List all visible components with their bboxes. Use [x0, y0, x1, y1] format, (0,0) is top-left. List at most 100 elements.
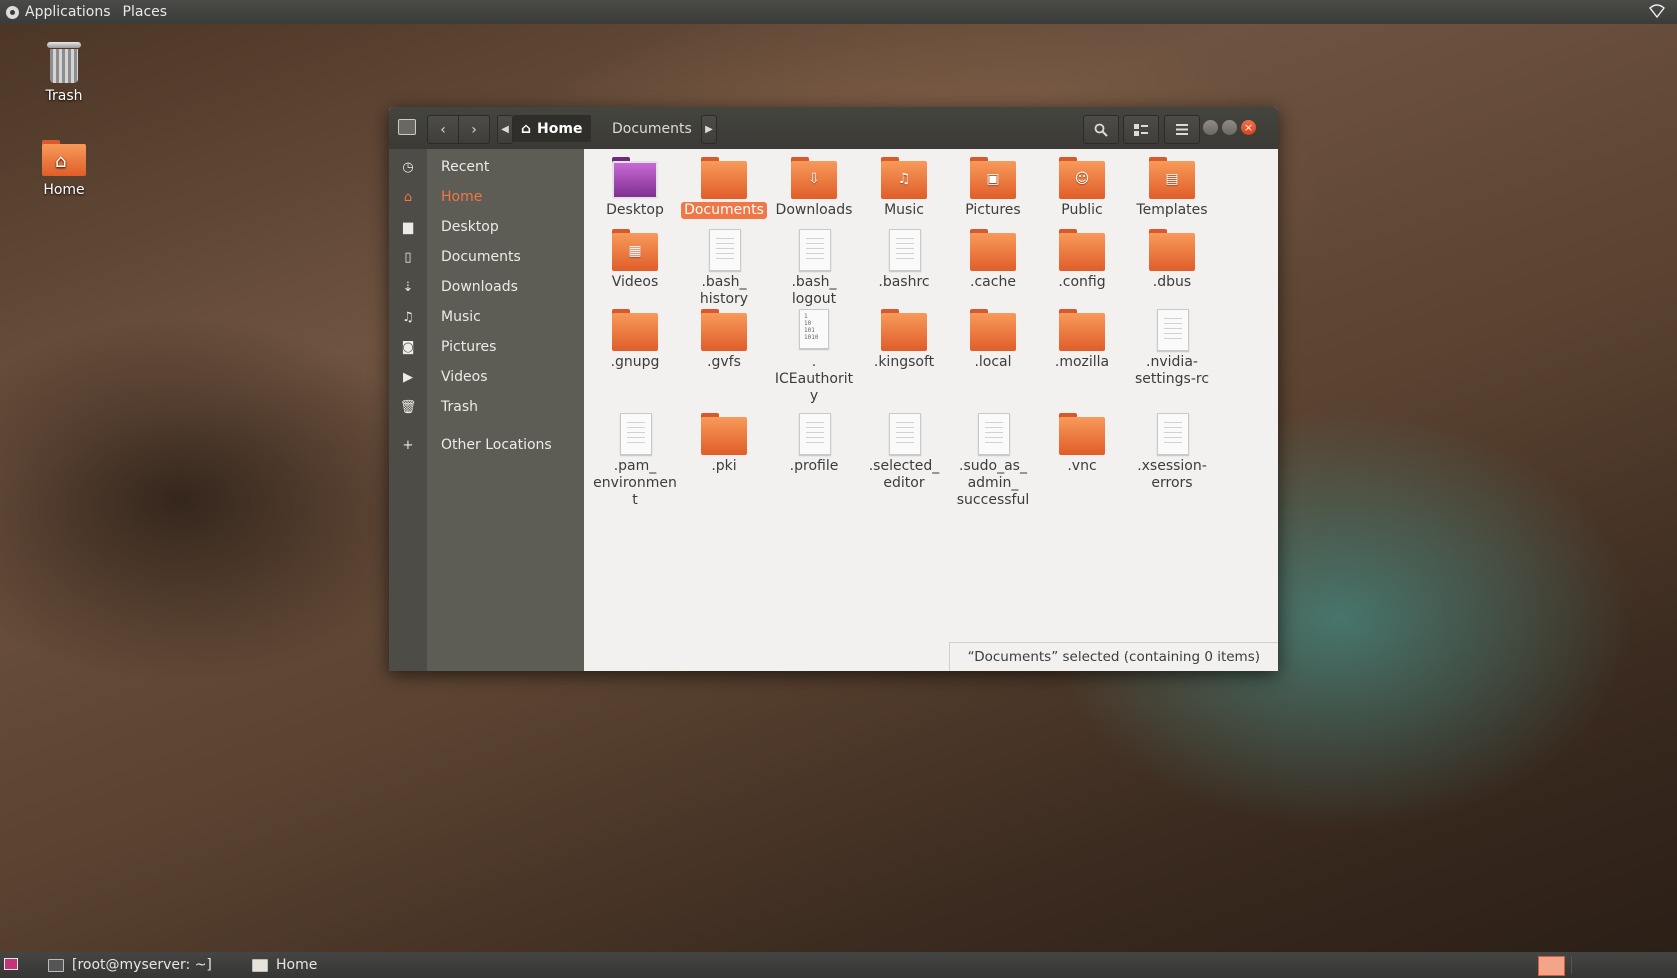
workspace-1[interactable]	[1538, 956, 1565, 976]
file-item[interactable]: .nvidia- settings-rc	[1127, 309, 1217, 388]
back-button[interactable]: ‹	[427, 115, 459, 144]
file-item[interactable]: Documents	[679, 157, 769, 219]
file-item[interactable]: ☺ Public	[1037, 157, 1127, 219]
desktop-home-label: Home	[43, 182, 85, 198]
maximize-button[interactable]	[1222, 120, 1237, 135]
sidebar-item-label: Documents	[441, 249, 521, 265]
plus-icon: +	[402, 437, 414, 453]
file-name: .sudo_as_ admin_ successful	[956, 458, 1030, 508]
applications-menu[interactable]: Applications	[0, 4, 117, 20]
places-menu[interactable]: Places	[117, 4, 174, 20]
file-item[interactable]: ⇩ Downloads	[769, 157, 859, 219]
file-item[interactable]: ♫ Music	[859, 157, 949, 219]
sidebar-item-videos[interactable]: ▶ Videos	[389, 362, 584, 392]
sidebar-item-label: Music	[441, 309, 481, 325]
view-toggle-button[interactable]	[1123, 115, 1159, 144]
folder-icon: ▣	[970, 157, 1016, 199]
show-desktop-icon[interactable]	[4, 958, 18, 970]
sidebar-item-documents[interactable]: ▯ Documents	[389, 242, 584, 272]
path-scroll-left[interactable]: ◀	[497, 115, 513, 144]
app-menu-icon[interactable]	[398, 119, 416, 135]
file-item[interactable]: .config	[1037, 229, 1127, 291]
file-manager-icon	[252, 958, 268, 972]
file-name: .config	[1058, 274, 1106, 290]
file-item[interactable]: .cache	[948, 229, 1038, 291]
file-item[interactable]: Desktop	[590, 157, 680, 219]
folder-icon	[701, 413, 747, 455]
close-button[interactable]: ×	[1241, 120, 1256, 135]
binary-file-icon: 1 10 101 1010	[791, 309, 837, 351]
workspace-2[interactable]	[1571, 956, 1597, 974]
search-button[interactable]	[1083, 115, 1119, 144]
file-name: .xsession- errors	[1137, 458, 1207, 491]
file-manager-window: ‹ › ◀ ⌂ Home Documents ▶ × ◷ Recent ⌂ Home ▆…	[389, 107, 1278, 671]
sidebar-item-label: Other Locations	[441, 437, 552, 453]
sidebar-item-label: Recent	[441, 159, 490, 175]
list-view-icon	[1134, 123, 1148, 136]
sidebar-item-other-locations[interactable]: + Other Locations	[389, 430, 584, 460]
sidebar-item-downloads[interactable]: ⇣ Downloads	[389, 272, 584, 302]
file-name: .vnc	[1067, 458, 1097, 474]
wifi-icon[interactable]	[1649, 4, 1665, 18]
file-item[interactable]: .xsession- errors	[1127, 413, 1217, 492]
file-item[interactable]: .selected_ editor	[859, 413, 949, 492]
file-item[interactable]: .sudo_as_ admin_ successful	[948, 413, 1038, 509]
sidebar-item-home[interactable]: ⌂ Home	[389, 182, 584, 212]
text-file-icon	[1149, 413, 1195, 455]
file-item[interactable]: .dbus	[1127, 229, 1217, 291]
folder-icon	[612, 309, 658, 351]
breadcrumb-documents[interactable]: Documents	[599, 115, 699, 142]
file-item[interactable]: .bashrc	[859, 229, 949, 291]
file-item[interactable]: .mozilla	[1037, 309, 1127, 371]
desktop-home[interactable]: ⌂ Home	[19, 140, 109, 198]
file-item[interactable]: .pki	[679, 413, 769, 475]
download-icon: ⇣	[402, 279, 414, 295]
file-item[interactable]: .kingsoft	[859, 309, 949, 371]
folder-icon	[701, 309, 747, 351]
file-item[interactable]: 1 10 101 1010 . ICEauthorit y	[769, 309, 859, 405]
minimize-button[interactable]	[1203, 120, 1218, 135]
sidebar-item-label: Desktop	[441, 219, 499, 235]
taskbar-home[interactable]: Home	[246, 955, 398, 975]
home-icon: ⌂	[521, 120, 532, 137]
file-item[interactable]: ▤ Templates	[1127, 157, 1217, 219]
text-file-icon	[970, 413, 1016, 455]
menu-button[interactable]	[1164, 115, 1200, 144]
file-name: Desktop	[606, 202, 664, 218]
taskbar-terminal[interactable]: [root@myserver: ~]	[42, 955, 234, 975]
file-name: . ICEauthorit y	[774, 354, 854, 404]
file-name: .selected_ editor	[868, 458, 940, 491]
file-name: .nvidia- settings-rc	[1134, 354, 1210, 387]
file-name: .gvfs	[707, 354, 741, 370]
file-item[interactable]: ▣ Pictures	[948, 157, 1038, 219]
text-file-icon	[1149, 309, 1195, 351]
top-panel: Applications Places	[0, 0, 1677, 24]
sidebar-item-pictures[interactable]: ◙ Pictures	[389, 332, 584, 362]
folder-emblem-icon: ♫	[897, 171, 911, 187]
file-name: .kingsoft	[873, 354, 935, 370]
file-name: .profile	[789, 458, 839, 474]
desktop-trash[interactable]: Trash	[19, 42, 109, 104]
file-item[interactable]: .profile	[769, 413, 859, 475]
file-view[interactable]: Desktop Documents ⇩ Downloads ♫ Music ▣ Picture…	[586, 149, 1278, 671]
file-item[interactable]: .local	[948, 309, 1038, 371]
sidebar-item-music[interactable]: ♫ Music	[389, 302, 584, 332]
sidebar-item-trash[interactable]: 🗑 Trash	[389, 392, 584, 422]
forward-button[interactable]: ›	[458, 115, 490, 144]
folder-icon: ▤	[1149, 157, 1195, 199]
sidebar-item-recent[interactable]: ◷ Recent	[389, 152, 584, 182]
text-file-icon	[881, 413, 927, 455]
sidebar-item-desktop[interactable]: ▆ Desktop	[389, 212, 584, 242]
file-item[interactable]: .bash_ history	[679, 229, 769, 308]
text-file-icon	[701, 229, 747, 271]
forward-arrow-icon: ›	[471, 121, 477, 138]
path-scroll-right[interactable]: ▶	[701, 115, 717, 144]
file-item[interactable]: .gvfs	[679, 309, 769, 371]
file-item[interactable]: .vnc	[1037, 413, 1127, 475]
file-item[interactable]: .gnupg	[590, 309, 680, 371]
file-item[interactable]: .pam_ environmen t	[590, 413, 680, 509]
file-item[interactable]: ▦ Videos	[590, 229, 680, 291]
breadcrumb-home[interactable]: ⌂ Home	[513, 115, 591, 142]
file-item[interactable]: .bash_ logout	[769, 229, 859, 308]
left-triangle-icon: ◀	[501, 124, 509, 135]
